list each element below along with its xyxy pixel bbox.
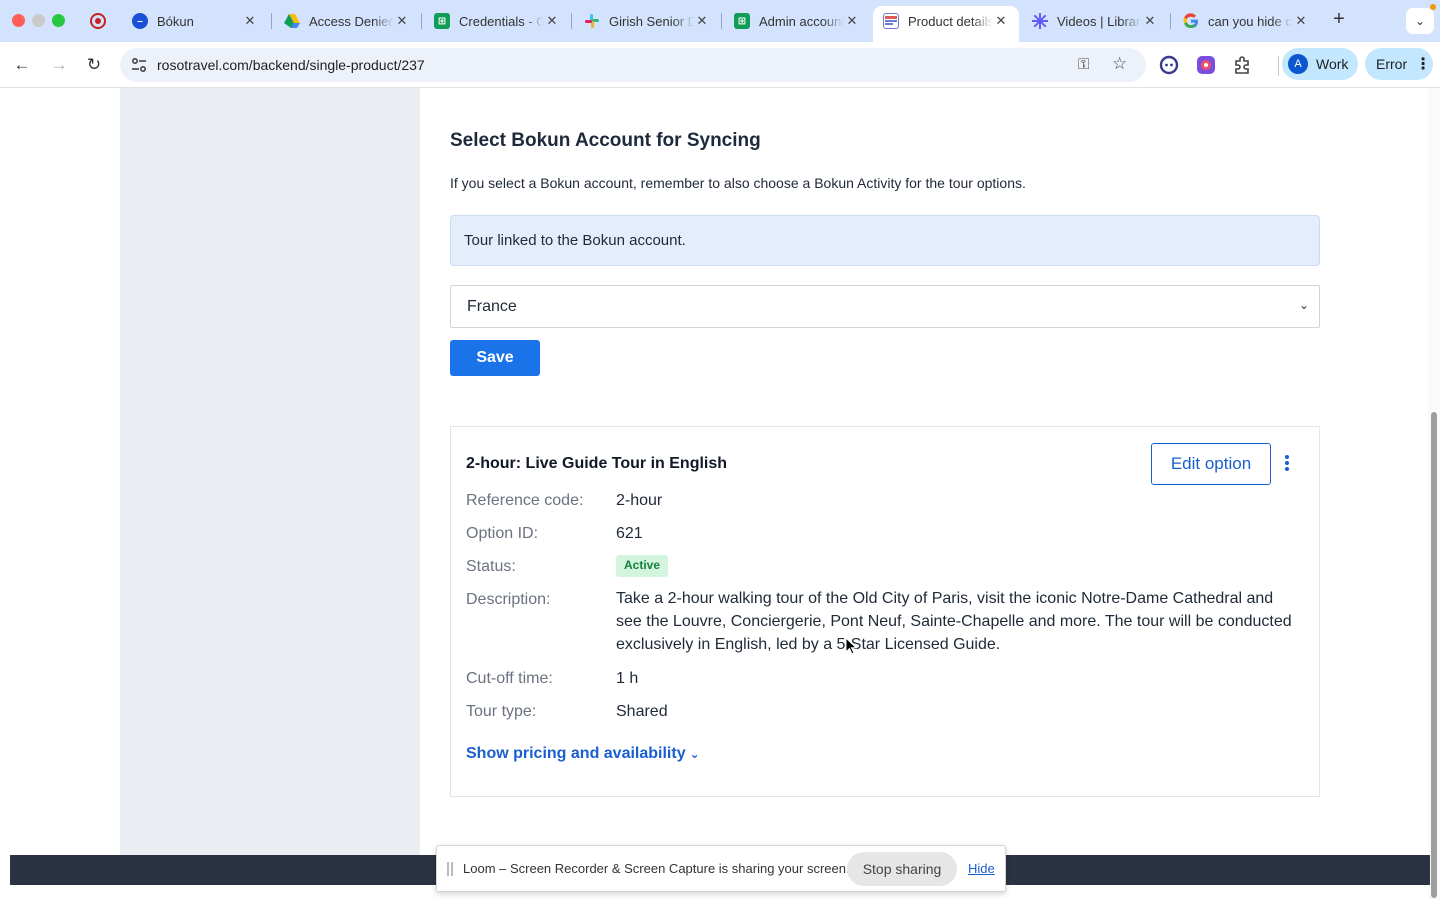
stop-sharing-button[interactable]: Stop sharing: [847, 852, 957, 886]
show-pricing-availability-link[interactable]: Show pricing and availability ⌄: [466, 745, 700, 763]
browser-tab-strip: – Bókun ✕ Access Denied ✕ ⊞ Credentials …: [0, 0, 1440, 42]
window-zoom-button[interactable]: [52, 14, 65, 27]
bokun-sync-hint: If you select a Bokun account, remember …: [450, 175, 1026, 191]
browser-tab-admin-account[interactable]: ⊞ Admin account ✕: [724, 6, 870, 36]
selected-account-value: France: [467, 298, 517, 315]
browser-tab-credentials[interactable]: ⊞ Credentials - Google Sheets ✕: [424, 6, 570, 36]
cutoff-time-value: 1 h: [616, 670, 639, 687]
tab-title: Girish Senior Developer: [609, 13, 694, 29]
option-title: 2-hour: Live Guide Tour in English: [466, 455, 728, 472]
tour-type-value: Shared: [616, 703, 668, 720]
toolbar-divider: [1278, 56, 1279, 76]
status-label: Status:: [466, 558, 516, 575]
option-more-menu-icon[interactable]: [1280, 451, 1294, 475]
profile-button[interactable]: A Work: [1282, 48, 1358, 80]
kebab-menu-icon: ⋮: [1415, 56, 1432, 73]
tab-separator: [1170, 13, 1171, 29]
extension-loom-icon[interactable]: [1158, 54, 1180, 76]
tab-separator: [421, 13, 422, 29]
forward-arrow-icon[interactable]: →: [46, 52, 72, 78]
tab-separator: [271, 13, 272, 29]
description-value: Take a 2-hour walking tour of the Old Ci…: [616, 590, 1292, 653]
tab-close-icon[interactable]: ✕: [544, 13, 560, 29]
pricing-link-label: Show pricing and availability: [466, 745, 686, 762]
browser-tab-girish[interactable]: Girish Senior Developer ✕: [574, 6, 720, 36]
window-minimize-button[interactable]: [32, 14, 45, 27]
tab-title: Videos | Library: [1057, 13, 1142, 29]
cutoff-time-label: Cut-off time:: [466, 670, 553, 687]
browser-tab-access-denied[interactable]: Access Denied ✕: [274, 6, 420, 36]
browser-tab-google-search[interactable]: can you hide chrome ✕: [1173, 6, 1319, 36]
tab-title: Bókun: [157, 13, 194, 29]
loom-sharing-notification: Loom – Screen Recorder & Screen Capture …: [436, 845, 1006, 892]
tab-title: can you hide chrome: [1208, 13, 1293, 29]
site-settings-tune-icon[interactable]: [130, 56, 148, 74]
browser-tab-videos-library[interactable]: Videos | Library ✕: [1022, 6, 1168, 36]
edit-option-button[interactable]: Edit option: [1151, 443, 1271, 485]
google-sheets-favicon-icon: ⊞: [734, 13, 750, 29]
window-close-button[interactable]: [12, 14, 25, 27]
tab-title: Product details: [908, 13, 993, 29]
description-label: Description:: [466, 591, 551, 608]
reference-code-label: Reference code:: [466, 492, 584, 509]
tab-title: Admin account: [759, 13, 844, 29]
status-badge: Active: [616, 555, 669, 577]
tab-close-icon[interactable]: ✕: [694, 13, 710, 29]
chevron-down-icon: ⌄: [689, 747, 700, 761]
bokun-account-select[interactable]: France ⌄: [450, 285, 1320, 328]
tab-search-chevron-icon[interactable]: ⌄: [1406, 4, 1436, 34]
tab-close-icon[interactable]: ✕: [1142, 13, 1158, 29]
tab-close-icon[interactable]: ✕: [1293, 13, 1309, 29]
url-text[interactable]: rosotravel.com/backend/single-product/23…: [157, 57, 425, 73]
browser-tab-bokun[interactable]: – Bókun ✕: [122, 6, 268, 36]
extensions-puzzle-icon[interactable]: [1232, 54, 1254, 76]
tab-title: Access Denied: [309, 13, 394, 29]
address-bar[interactable]: rosotravel.com/backend/single-product/23…: [120, 48, 1146, 82]
tour-option-card: 2-hour: Live Guide Tour in English Edit …: [450, 426, 1320, 797]
google-drive-favicon-icon: [284, 13, 300, 29]
browser-error-menu-button[interactable]: Error ⋮: [1365, 48, 1433, 80]
slack-favicon-icon: [584, 13, 600, 29]
scrollbar-thumb[interactable]: [1431, 412, 1437, 898]
mouse-cursor-icon: [845, 637, 857, 655]
password-key-icon[interactable]: ⚿: [1078, 56, 1089, 73]
reference-code-value: 2-hour: [616, 492, 663, 509]
new-tab-plus-icon[interactable]: +: [1328, 8, 1350, 31]
browser-tab-product-details[interactable]: Product details ✕: [873, 6, 1019, 42]
tab-separator: [571, 13, 572, 29]
tab-close-icon[interactable]: ✕: [844, 13, 860, 29]
bokun-favicon-icon: –: [132, 13, 148, 29]
browser-toolbar: ← → ↻ rosotravel.com/backend/single-prod…: [0, 42, 1440, 88]
drag-handle-icon[interactable]: [447, 862, 453, 876]
chevron-down-icon: ⌄: [1298, 298, 1309, 312]
roso-favicon-icon: [883, 13, 899, 29]
tab-title: Credentials - Google Sheets: [459, 13, 544, 29]
google-sheets-favicon-icon: ⊞: [434, 13, 450, 29]
save-button[interactable]: Save: [450, 340, 540, 376]
option-id-value: 621: [616, 525, 643, 542]
bokun-sync-title: Select Bokun Account for Syncing: [450, 130, 761, 151]
option-id-label: Option ID:: [466, 525, 539, 542]
reload-icon[interactable]: ↻: [81, 52, 107, 78]
tab-separator: [721, 13, 722, 29]
google-favicon-icon: [1183, 13, 1199, 29]
extension-colorful-icon[interactable]: [1195, 54, 1217, 76]
back-arrow-icon[interactable]: ←: [9, 52, 35, 78]
tour-type-label: Tour type:: [466, 703, 537, 720]
loom-favicon-icon: [1032, 13, 1048, 29]
hide-notification-link[interactable]: Hide: [968, 861, 995, 876]
tab-close-icon[interactable]: ✕: [394, 13, 410, 29]
recording-indicator-icon[interactable]: [90, 13, 106, 29]
admin-sidebar: [120, 88, 420, 855]
bokun-linked-alert: Tour linked to the Bokun account.: [450, 215, 1320, 266]
bookmark-star-icon[interactable]: ☆: [1112, 54, 1127, 74]
tab-close-icon[interactable]: ✕: [242, 13, 258, 29]
profile-avatar: A: [1288, 54, 1308, 74]
loom-sharing-message: Loom – Screen Recorder & Screen Capture …: [463, 861, 850, 876]
tab-close-icon[interactable]: ✕: [993, 13, 1009, 29]
alert-text: Tour linked to the Bokun account.: [464, 232, 686, 249]
profile-label: Work: [1316, 56, 1349, 72]
error-label: Error: [1376, 56, 1408, 72]
